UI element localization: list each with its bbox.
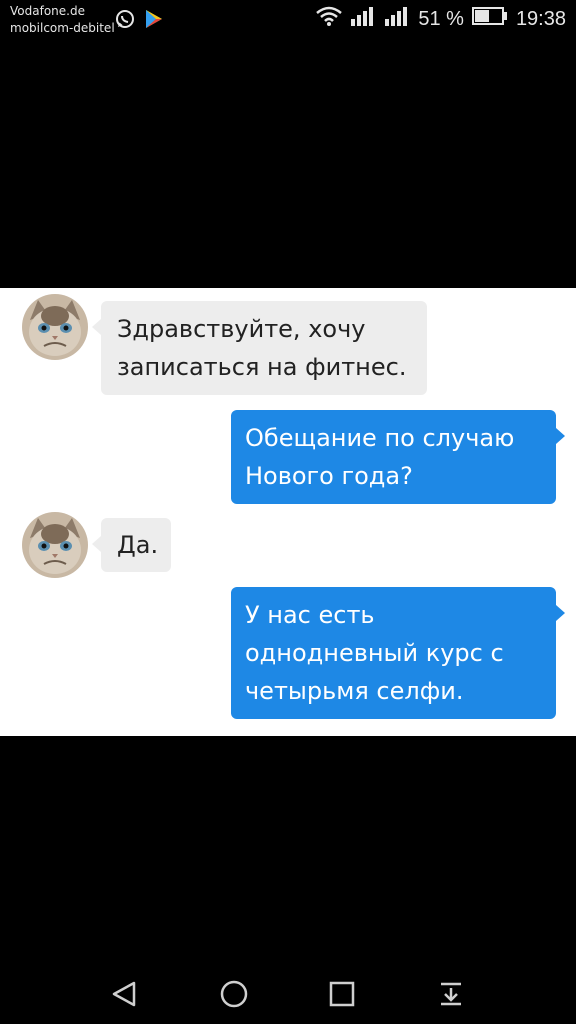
- home-button[interactable]: [204, 964, 264, 1024]
- wifi-icon: [316, 6, 343, 32]
- message-line: Да.: [117, 531, 159, 559]
- back-icon: [112, 981, 136, 1007]
- message-line: Нового года?: [245, 462, 413, 490]
- cat-avatar-icon: [22, 512, 88, 578]
- avatar: [22, 512, 88, 578]
- message-line: однодневный курс с: [245, 639, 504, 667]
- carrier-label: Vodafone.de mobilcom-debitel: [10, 3, 115, 37]
- message-line: Здравствуйте, хочу: [117, 315, 366, 343]
- status-bar: Vodafone.de mobilcom-debitel 51 % 19:38: [0, 0, 576, 40]
- carrier-line-2: mobilcom-debitel: [10, 21, 115, 35]
- notification-drawer-icon: [441, 982, 461, 1006]
- battery-icon: [471, 7, 508, 31]
- chat-panel: Здравствуйте, хочу записаться на фитнес.…: [0, 288, 576, 736]
- cat-avatar-icon: [22, 294, 88, 360]
- signal-icon: [384, 6, 410, 32]
- message-bubble-incoming: Здравствуйте, хочу записаться на фитнес.: [92, 301, 427, 395]
- status-right: 51 % 19:38: [316, 6, 566, 32]
- home-icon: [220, 980, 248, 1008]
- recents-icon: [329, 981, 355, 1007]
- message-bubble-outgoing: У нас есть однодневный курс с четырьмя с…: [231, 587, 565, 719]
- recents-button[interactable]: [312, 964, 372, 1024]
- navigation-bar: [0, 964, 576, 1024]
- message-line: четырьмя селфи.: [245, 677, 464, 705]
- back-button[interactable]: [95, 964, 155, 1024]
- notification-drawer-button[interactable]: [421, 964, 481, 1024]
- play-store-icon: [145, 9, 163, 34]
- clock: 19:38: [515, 7, 566, 30]
- message-bubble-incoming: Да.: [92, 518, 171, 572]
- carrier-line-1: Vodafone.de: [10, 4, 85, 18]
- message-line: Обещание по случаю: [245, 424, 515, 452]
- signal-icon: [350, 6, 376, 32]
- message-bubble-outgoing: Обещание по случаю Нового года?: [231, 410, 565, 504]
- message-line: записаться на фитнес.: [117, 353, 407, 381]
- whatsapp-icon: [115, 9, 135, 34]
- avatar: [22, 294, 88, 360]
- battery-percent: 51 %: [418, 7, 464, 30]
- message-line: У нас есть: [245, 601, 375, 629]
